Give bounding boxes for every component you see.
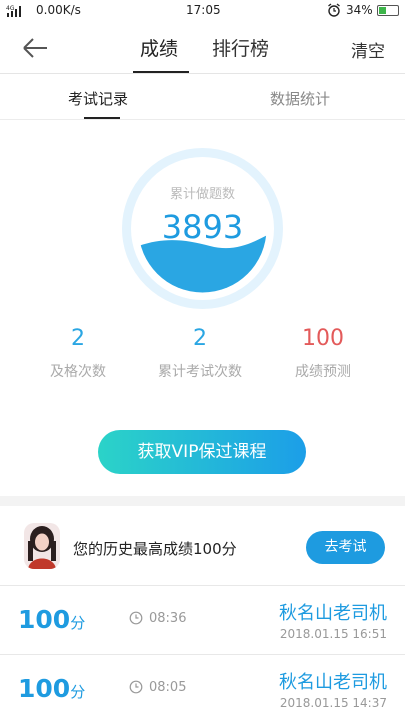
stat-score-prediction: 100 成绩预测 [258, 326, 388, 381]
gauge-value: 3893 [161, 208, 244, 246]
list-item[interactable]: 100分 08:05 秋名山老司机 2018.01.15 14:37 [0, 656, 405, 720]
stat-label: 及格次数 [50, 364, 106, 380]
battery-percent: 34% [346, 3, 373, 17]
battery-icon [377, 5, 399, 16]
active-subtab-indicator [84, 117, 120, 119]
svg-text:4G: 4G [6, 5, 15, 12]
record-user-name: 秋名山老司机 [279, 672, 387, 693]
record-user-name: 秋名山老司机 [279, 603, 387, 624]
active-tab-indicator [133, 71, 189, 73]
tab-exam-records[interactable]: 考试记录 [68, 88, 128, 109]
record-score: 100分 [18, 674, 86, 703]
avatar [24, 523, 60, 569]
record-duration: 08:05 [149, 680, 187, 695]
stat-value: 100 [302, 326, 344, 351]
sub-tabs: 考试记录 数据统计 [0, 74, 405, 120]
stat-pass-count: 2 及格次数 [13, 326, 143, 381]
alarm-icon [328, 3, 340, 17]
status-bar: 4G 0.00K/s 17:05 34% [0, 0, 405, 22]
top-nav: 成绩 排行榜 清空 [0, 22, 405, 74]
tab-data-statistics[interactable]: 数据统计 [270, 88, 330, 109]
stat-label: 成绩预测 [295, 364, 351, 380]
tab-ranking[interactable]: 排行榜 [212, 34, 269, 61]
gauge-label: 累计做题数 [169, 187, 235, 202]
tab-grade[interactable]: 成绩 [140, 34, 178, 61]
record-score: 100分 [18, 605, 86, 634]
signal-icon: 4G [6, 5, 21, 17]
clock-icon [129, 611, 143, 625]
best-score-row: 您的历史最高成绩100分 去考试 [0, 506, 405, 586]
record-date: 2018.01.15 16:51 [279, 627, 387, 641]
stat-value: 2 [71, 326, 85, 351]
stat-exam-count: 2 累计考试次数 [135, 326, 265, 381]
clock-time: 17:05 [186, 3, 221, 17]
best-score-text: 您的历史最高成绩100分 [73, 540, 237, 558]
record-date: 2018.01.15 14:37 [279, 696, 387, 710]
network-speed: 0.00K/s [36, 3, 81, 17]
record-duration: 08:36 [149, 611, 187, 626]
clear-button[interactable]: 清空 [351, 37, 385, 62]
vip-course-button[interactable]: 获取VIP保过课程 [98, 430, 306, 474]
stat-label: 累计考试次数 [158, 364, 242, 380]
stat-value: 2 [193, 326, 207, 351]
back-arrow-icon[interactable] [20, 34, 50, 62]
go-exam-button[interactable]: 去考试 [306, 531, 385, 564]
list-item[interactable]: 100分 08:36 秋名山老司机 2018.01.15 16:51 [0, 587, 405, 655]
section-divider [0, 496, 405, 506]
clock-icon [129, 680, 143, 694]
